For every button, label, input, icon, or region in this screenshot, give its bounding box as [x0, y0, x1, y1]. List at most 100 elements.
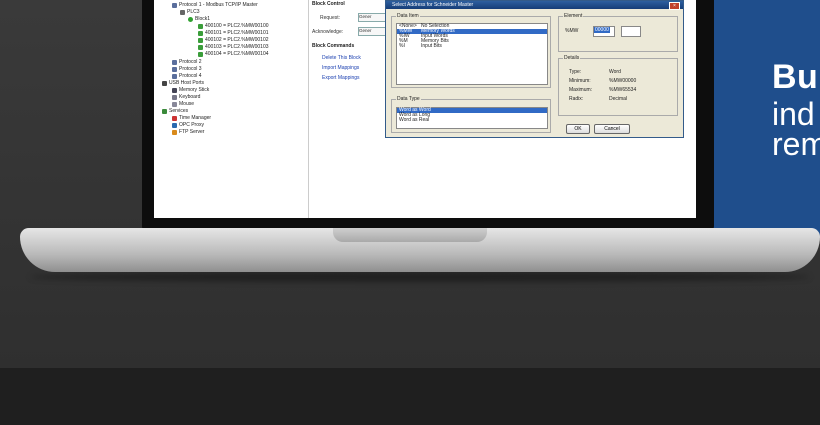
- export-mappings-link[interactable]: Export Mappings: [322, 75, 360, 81]
- detail-key: Radix:: [569, 96, 584, 102]
- tree-item-opc-proxy[interactable]: OPC Proxy: [172, 122, 204, 128]
- tree-item-label: 400104 = PLC2.%MW00104: [205, 51, 269, 57]
- tree-item-protocol3[interactable]: Protocol 3: [172, 66, 202, 72]
- register-icon: [198, 51, 203, 57]
- banner-line-1: Bu: [772, 58, 819, 96]
- detail-value: Word: [609, 69, 621, 75]
- block-icon: [188, 16, 193, 22]
- protocol-icon: [172, 66, 177, 72]
- register-icon: [198, 37, 203, 43]
- protocol-icon: [172, 2, 177, 8]
- data-item-list[interactable]: <None> No Selection %MW Memory Words %IW In…: [396, 23, 548, 85]
- tree-item-label: Keyboard: [179, 94, 201, 100]
- tree-item-register[interactable]: 400101 = PLC2.%MW00101: [198, 30, 269, 36]
- request-label: Request:: [320, 15, 341, 21]
- usb-icon: [162, 80, 167, 86]
- tree-item-register[interactable]: 400100 = PLC2.%MW00100: [198, 23, 269, 29]
- data-type-group: Data Type Word as Word Word as Long Word…: [391, 96, 551, 133]
- config-tree: Protocol 1 - Modbus TCP/IP Master PLC3 B…: [158, 0, 306, 218]
- mouse-icon: [172, 101, 177, 107]
- data-item-group: Data Item <None> No Selection %MW Memory W…: [391, 13, 551, 88]
- data-item-option[interactable]: %I Input Bits: [397, 44, 547, 49]
- request-value: Gener: [359, 14, 372, 19]
- acknowledge-label: Acknowledge:: [312, 29, 344, 35]
- tree-item-label: Mouse: [179, 101, 195, 107]
- banner-line-3: rem: [772, 126, 820, 162]
- protocol-icon: [172, 73, 177, 79]
- tree-item-protocol2[interactable]: Protocol 2: [172, 59, 202, 65]
- element-input[interactable]: 00000: [593, 26, 615, 37]
- data-item-label: Data Item: [396, 13, 420, 19]
- pane-divider: [308, 0, 309, 218]
- tree-item-usb[interactable]: USB Host Ports: [162, 80, 204, 86]
- data-type-label: Data Type: [396, 96, 421, 102]
- laptop-notch: [333, 228, 487, 242]
- tree-item-label: Protocol 2: [179, 59, 202, 65]
- data-type-option[interactable]: Word as Real: [397, 118, 547, 123]
- register-icon: [198, 23, 203, 29]
- tree-item-label: 400102 = PLC2.%MW00102: [205, 37, 269, 43]
- tree-item-block1[interactable]: Block1: [188, 16, 210, 22]
- keyboard-icon: [172, 94, 177, 100]
- tree-item-register[interactable]: 400102 = PLC2.%MW00102: [198, 37, 269, 43]
- tree-item-label: Memory Stick: [179, 87, 210, 93]
- tree-item-label: 400101 = PLC2.%MW00101: [205, 30, 269, 36]
- ok-button[interactable]: OK: [566, 124, 590, 134]
- detail-key: Minimum:: [569, 78, 591, 84]
- tree-item-label: 400103 = PLC2.%MW00103: [205, 44, 269, 50]
- detail-key: Type:: [569, 69, 582, 75]
- element-group: Element %MW 00000: [558, 13, 678, 52]
- detail-value: %MW00000: [609, 78, 637, 84]
- tree-item-protocol1[interactable]: Protocol 1 - Modbus TCP/IP Master: [172, 2, 258, 8]
- tree-item-label: Protocol 3: [179, 66, 202, 72]
- import-mappings-link[interactable]: Import Mappings: [322, 65, 359, 71]
- laptop-shadow: [30, 272, 810, 282]
- tree-item-label: 400100 = PLC2.%MW00100: [205, 23, 269, 29]
- tree-item-label: PLC3: [187, 9, 200, 15]
- delete-block-link[interactable]: Delete This Block: [322, 55, 361, 61]
- detail-key: Maximum:: [569, 87, 593, 93]
- tree-item-time-manager[interactable]: Time Manager: [172, 115, 211, 121]
- register-icon: [198, 44, 203, 50]
- tree-item-memory-stick[interactable]: Memory Stick: [172, 87, 209, 93]
- background-floor: [0, 368, 820, 425]
- cancel-button[interactable]: Cancel: [594, 124, 630, 134]
- tree-item-label: FTP Server: [179, 129, 205, 135]
- tree-item-protocol4[interactable]: Protocol 4: [172, 73, 202, 79]
- element-label: Element: [563, 13, 584, 19]
- close-button[interactable]: ×: [669, 2, 680, 10]
- element-extra-input[interactable]: [621, 26, 641, 37]
- details-group: Details Type: Word Minimum: %MW00000 Max…: [558, 55, 678, 116]
- services-icon: [162, 108, 167, 114]
- ftp-icon: [172, 129, 177, 135]
- tree-item-mouse[interactable]: Mouse: [172, 101, 194, 107]
- plc-icon: [180, 9, 185, 15]
- tree-item-label: Protocol 4: [179, 73, 202, 79]
- protocol-icon: [172, 59, 177, 65]
- select-address-dialog: Select Address for Schneider Master × Da…: [385, 0, 684, 138]
- memory-stick-icon: [172, 87, 177, 93]
- tree-item-label: OPC Proxy: [179, 122, 205, 128]
- details-label: Details: [563, 55, 581, 61]
- tree-item-label: Block1: [195, 16, 211, 22]
- tree-item-label: Time Manager: [179, 115, 212, 121]
- tree-item-register[interactable]: 400103 = PLC2.%MW00103: [198, 44, 269, 50]
- tree-item-plc3[interactable]: PLC3: [180, 9, 200, 15]
- detail-value: Decimal: [609, 96, 628, 102]
- register-icon: [198, 30, 203, 36]
- tree-item-label: USB Host Ports: [169, 80, 205, 86]
- tree-item-register[interactable]: 400104 = PLC2.%MW00104: [198, 51, 269, 57]
- tree-item-label: Protocol 1 - Modbus TCP/IP Master: [179, 2, 258, 8]
- clock-icon: [172, 115, 177, 121]
- tree-item-ftp-server[interactable]: FTP Server: [172, 129, 204, 135]
- data-type-list[interactable]: Word as Word Word as Long Word as Real: [396, 107, 548, 129]
- promo-banner: Bu ind rem: [712, 0, 820, 238]
- block-control-heading: Block Control: [312, 1, 345, 7]
- dialog-title: Select Address for Schneider Master: [386, 1, 683, 9]
- laptop-screen: Protocol 1 - Modbus TCP/IP Master PLC3 B…: [154, 0, 696, 218]
- tree-item-keyboard[interactable]: Keyboard: [172, 94, 200, 100]
- opc-icon: [172, 122, 177, 128]
- acknowledge-value: Gener: [359, 28, 372, 33]
- tree-item-services[interactable]: Services: [162, 108, 188, 114]
- element-prefix: %MW: [565, 28, 579, 34]
